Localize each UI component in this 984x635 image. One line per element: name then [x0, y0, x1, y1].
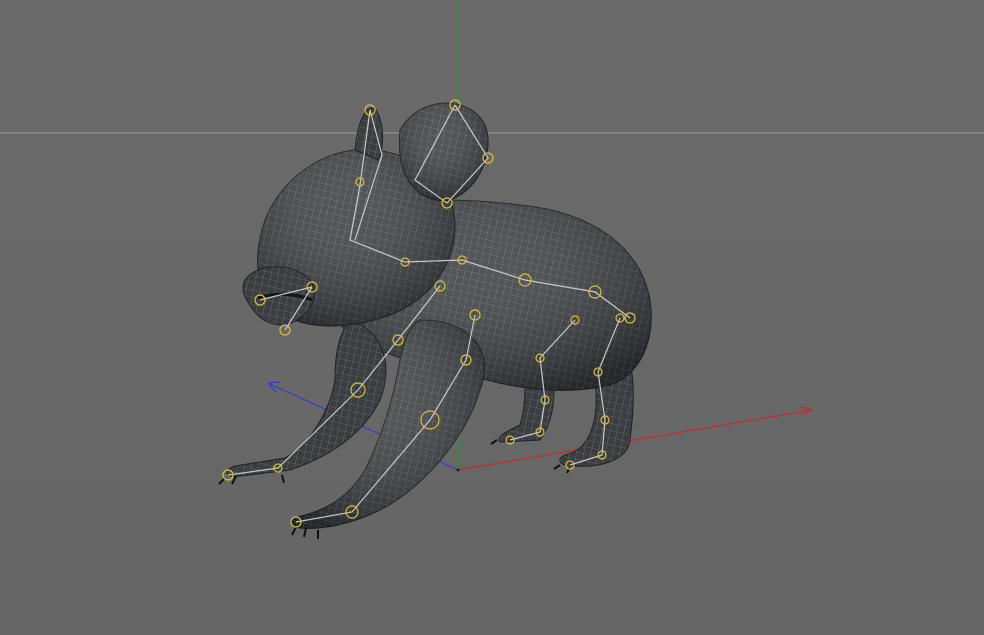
koala-mesh-icon[interactable]: [218, 102, 652, 539]
viewport-canvas[interactable]: [0, 0, 984, 635]
3d-viewport[interactable]: [0, 0, 984, 635]
world-origin: [456, 468, 460, 472]
